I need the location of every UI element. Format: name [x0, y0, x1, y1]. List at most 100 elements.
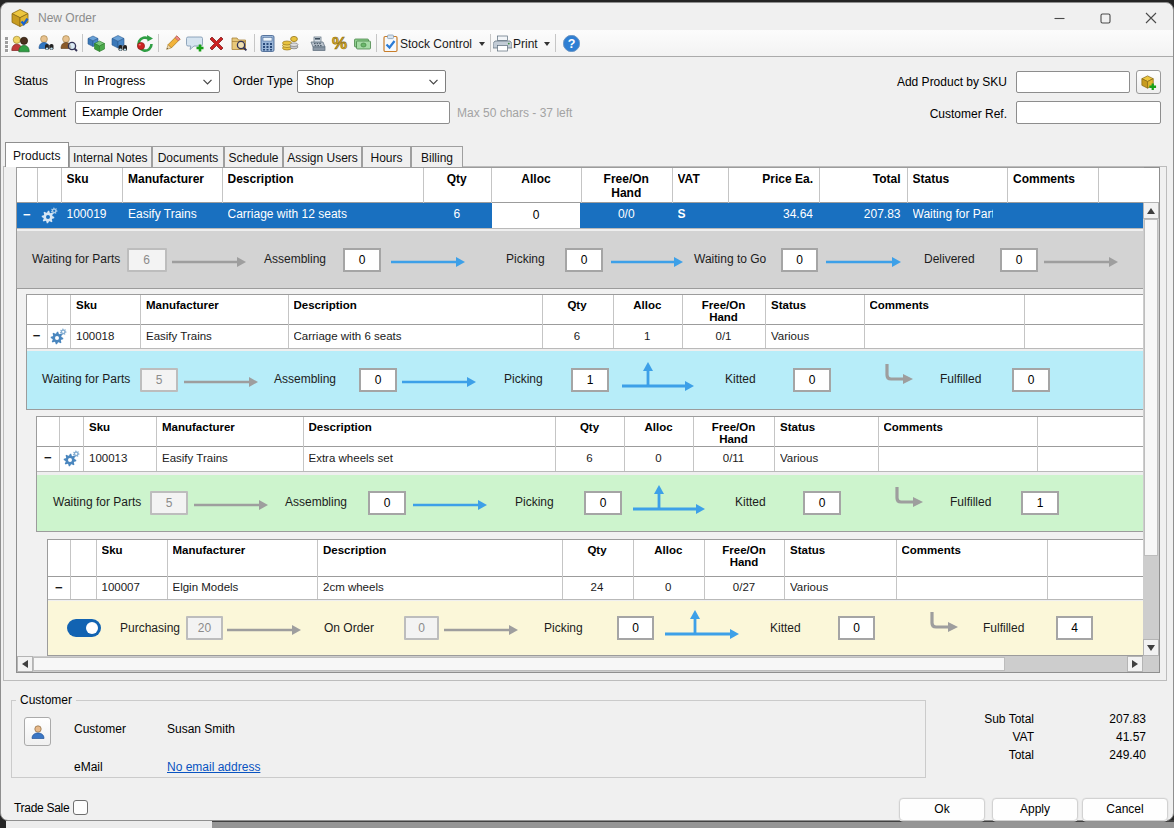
scroll-right-button[interactable] — [1127, 656, 1143, 672]
column-header-status[interactable]: Status — [771, 299, 858, 322]
cell-sku[interactable]: 100007 — [102, 577, 161, 600]
workflow-count-input[interactable]: 1 — [571, 368, 609, 392]
column-header-qty[interactable]: Qty — [429, 172, 486, 200]
workflow-count-input[interactable]: 0 — [838, 616, 875, 640]
cell-alloc[interactable]: 1 — [619, 325, 677, 348]
cell-sku[interactable]: 100013 — [89, 447, 150, 471]
scroll-left-button[interactable] — [17, 656, 33, 672]
close-button[interactable] — [1128, 4, 1174, 32]
cell-alloc[interactable]: 0 — [639, 577, 699, 600]
cell-sku[interactable]: 100018 — [76, 325, 134, 348]
vertical-scrollbar-thumb[interactable] — [1144, 219, 1158, 556]
cell-status[interactable]: Various — [771, 325, 858, 348]
workflow-count-input[interactable]: 0 — [803, 491, 841, 515]
tab-hours[interactable]: Hours — [362, 146, 411, 167]
workflow-count-input[interactable]: 0 — [565, 248, 603, 272]
add-product-button[interactable] — [1136, 70, 1161, 94]
workflow-count-input[interactable]: 0 — [1012, 368, 1050, 392]
column-header-manu[interactable]: Manufacturer — [173, 544, 312, 574]
cell-vat[interactable]: S — [678, 203, 722, 228]
delete-icon[interactable] — [207, 34, 226, 53]
column-header-sku[interactable]: Sku — [89, 421, 150, 444]
customer-binoculars-icon[interactable] — [36, 34, 55, 53]
column-header-manu[interactable]: Manufacturer — [146, 299, 282, 322]
customer-ref-input[interactable] — [1016, 101, 1161, 124]
money-coins-icon[interactable] — [281, 34, 300, 53]
tab-schedule[interactable]: Schedule — [224, 146, 283, 167]
cell-foh[interactable]: 0/0 — [587, 203, 666, 228]
add-product-sku-input[interactable] — [1016, 71, 1130, 93]
workflow-count-input[interactable]: 0 — [1000, 248, 1038, 272]
apply-button[interactable]: Apply — [992, 798, 1078, 821]
cell-manu[interactable]: Easify Trains — [162, 447, 297, 471]
scroll-up-button[interactable] — [1143, 202, 1159, 219]
tab-billing[interactable]: Billing — [411, 146, 463, 167]
column-header-status[interactable]: Status — [780, 421, 872, 444]
percent-icon[interactable]: % — [330, 34, 349, 53]
row-expander[interactable]: − — [17, 203, 37, 228]
tab-internal-notes[interactable]: Internal Notes — [69, 146, 153, 167]
column-header-sku[interactable]: Sku — [76, 299, 134, 322]
column-header-alloc[interactable]: Alloc — [639, 544, 699, 574]
column-header-alloc[interactable]: Alloc — [630, 421, 687, 444]
cell-qty[interactable]: 6 — [561, 447, 618, 471]
gear-icon[interactable] — [50, 328, 67, 349]
column-header-status[interactable]: Status — [913, 172, 1002, 200]
cell-status[interactable]: Waiting for Parts — [913, 203, 994, 228]
column-header-qty[interactable]: Qty — [548, 299, 607, 322]
products-icon[interactable] — [87, 34, 106, 53]
row-expander[interactable]: − — [37, 447, 59, 471]
column-header-price[interactable]: Price Ea. — [734, 172, 814, 200]
column-header-sku[interactable]: Sku — [67, 172, 117, 200]
cell-foh[interactable]: 0/27 — [710, 577, 778, 600]
cell-desc[interactable]: 2cm wheels — [323, 577, 556, 600]
workflow-count-input[interactable]: 0 — [781, 248, 818, 272]
trade-sale-checkbox[interactable] — [73, 800, 88, 815]
customers-icon[interactable] — [11, 34, 30, 53]
column-header-status[interactable]: Status — [790, 544, 890, 574]
column-header-comments[interactable]: Comments — [902, 544, 1042, 574]
workflow-count-input[interactable]: 4 — [1056, 616, 1093, 640]
email-link[interactable]: No email address — [167, 760, 260, 774]
cell-qty[interactable]: 24 — [568, 577, 627, 600]
customer-select-button[interactable] — [24, 717, 51, 746]
gear-icon[interactable] — [63, 450, 80, 471]
order-type-combobox[interactable]: Shop — [297, 70, 446, 93]
customer-search-icon[interactable] — [59, 34, 78, 53]
cell-alloc[interactable]: 0 — [630, 447, 687, 471]
stock-control-button[interactable]: Stock Control — [400, 37, 472, 51]
cell-desc[interactable]: Extra wheels set — [309, 447, 550, 471]
workflow-count-input[interactable]: 0 — [617, 616, 654, 640]
print-button[interactable]: Print — [513, 37, 538, 51]
comment-add-icon[interactable] — [186, 34, 205, 53]
cell-qty[interactable]: 6 — [548, 325, 607, 348]
cell-manu[interactable]: Easify Trains — [146, 325, 282, 348]
tab-assign-users[interactable]: Assign Users — [283, 146, 362, 167]
ok-button[interactable]: Ok — [899, 798, 985, 821]
row-expander[interactable]: − — [27, 325, 47, 348]
column-header-total[interactable]: Total — [825, 172, 901, 200]
order-find-icon[interactable] — [230, 34, 249, 53]
column-header-manu[interactable]: Manufacturer — [162, 421, 297, 444]
cell-status[interactable]: Various — [790, 577, 890, 600]
print-icon[interactable] — [493, 34, 512, 53]
product-find-icon[interactable] — [110, 34, 129, 53]
status-combobox[interactable]: In Progress — [75, 70, 220, 93]
column-header-desc[interactable]: Description — [294, 299, 536, 322]
money-bills-icon[interactable] — [353, 34, 372, 53]
column-header-desc[interactable]: Description — [228, 172, 417, 200]
column-header-foh[interactable]: Free/OnHand — [688, 299, 759, 322]
cell-sku[interactable]: 100019 — [67, 203, 117, 228]
workflow-count-input[interactable]: 0 — [343, 248, 381, 272]
cell-manu[interactable]: Easify Trains — [128, 203, 216, 228]
row-expander[interactable]: − — [48, 577, 71, 600]
column-header-comments[interactable]: Comments — [1013, 172, 1092, 200]
workflow-count-input[interactable]: 0 — [368, 491, 406, 515]
horizontal-scrollbar-thumb[interactable] — [33, 657, 1005, 671]
column-header-desc[interactable]: Description — [323, 544, 556, 574]
comment-input[interactable]: Example Order — [75, 101, 450, 124]
column-header-qty[interactable]: Qty — [568, 544, 627, 574]
cell-comments[interactable] — [1013, 203, 1092, 228]
cell-status[interactable]: Various — [780, 447, 872, 471]
column-header-manu[interactable]: Manufacturer — [128, 172, 216, 200]
